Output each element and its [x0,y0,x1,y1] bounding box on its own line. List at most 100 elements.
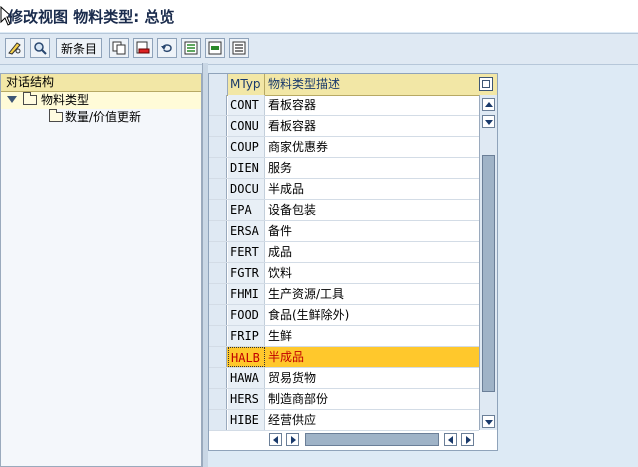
table-row[interactable]: FOOD 食品(生鲜除外) [209,305,479,326]
cell-description[interactable]: 贸易货物 [266,368,473,388]
cell-description[interactable]: 半成品 [266,179,473,199]
cell-description[interactable]: 设备包装 [266,200,473,220]
application-toolbar: 新条目 [0,33,638,65]
table-row[interactable]: HERS 制造商部份 [209,389,479,410]
cell-mtyp[interactable]: FHMI [228,284,265,304]
folder-icon [49,109,63,122]
row-select-button[interactable] [209,326,227,346]
cell-description[interactable]: 服务 [266,158,473,178]
table-row[interactable]: FRIP 生鲜 [209,326,479,347]
cell-description[interactable]: 商家优惠券 [266,137,473,157]
cell-mtyp[interactable]: HAWA [228,368,265,388]
scroll-up-icon[interactable] [482,98,495,111]
table-row[interactable]: DIEN 服务 [209,158,479,179]
vertical-scrollbar[interactable] [479,95,497,430]
column-header-description[interactable]: 物料类型描述 [266,74,473,95]
deselect-all-icon [232,41,246,55]
cell-mtyp[interactable]: HALB [228,347,265,367]
horizontal-scroll-thumb[interactable] [305,433,439,446]
row-select-button[interactable] [209,116,227,136]
cell-mtyp[interactable]: FRIP [228,326,265,346]
cell-mtyp[interactable]: FGTR [228,263,265,283]
cell-description[interactable]: 半成品 [266,347,473,367]
scroll-right-page-icon[interactable] [286,433,299,446]
cell-description[interactable]: 成品 [266,242,473,262]
table-row[interactable]: FGTR 饮料 [209,263,479,284]
select-all-column-button[interactable] [209,74,228,95]
row-select-button[interactable] [209,179,227,199]
cell-mtyp[interactable]: ERSA [228,221,265,241]
cell-mtyp[interactable]: HERS [228,389,265,409]
cell-description[interactable]: 看板容器 [266,95,473,115]
row-select-button[interactable] [209,305,227,325]
table-settings-icon[interactable] [479,77,493,91]
row-select-button[interactable] [209,200,227,220]
tree-node-quantity-value-update[interactable]: 数量/价值更新 [1,109,201,126]
cell-mtyp[interactable]: DOCU [228,179,265,199]
table-row[interactable]: FHMI 生产资源/工具 [209,284,479,305]
cell-mtyp[interactable]: CONU [228,116,265,136]
select-all-button[interactable] [181,38,201,58]
cell-mtyp[interactable]: COUP [228,137,265,157]
cell-description[interactable]: 制造商部份 [266,389,473,409]
delete-icon [136,41,150,54]
column-header-mtyp[interactable]: MTyp [228,74,265,95]
folder-open-icon [23,92,37,105]
cell-description[interactable]: 生鲜 [266,326,473,346]
cell-mtyp[interactable]: FOOD [228,305,265,325]
row-select-button[interactable] [209,221,227,241]
horizontal-scrollbar[interactable] [269,432,489,447]
scroll-page-down-icon[interactable] [482,115,495,128]
cell-description[interactable]: 食品(生鲜除外) [266,305,473,325]
table-row[interactable]: COUP 商家优惠券 [209,137,479,158]
cell-mtyp[interactable]: HIBE [228,410,265,430]
cell-description[interactable]: 经营供应 [266,410,473,430]
table-row[interactable]: CONT 看板容器 [209,95,479,116]
cell-mtyp[interactable]: DIEN [228,158,265,178]
copy-icon [112,41,126,55]
expand-triangle-icon[interactable] [7,96,17,103]
display-change-button[interactable] [5,38,25,58]
table-row[interactable]: ERSA 备件 [209,221,479,242]
scroll-left-icon[interactable] [269,433,282,446]
cell-mtyp[interactable]: EPA [228,200,265,220]
row-select-button[interactable] [209,95,227,115]
row-select-button[interactable] [209,347,227,367]
row-select-button[interactable] [209,410,227,430]
table-row[interactable]: EPA 设备包装 [209,200,479,221]
other-view-button[interactable] [30,38,50,58]
table-row[interactable]: HAWA 贸易货物 [209,368,479,389]
undo-button[interactable] [157,38,177,58]
row-select-button[interactable] [209,242,227,262]
row-select-button[interactable] [209,137,227,157]
table-row[interactable]: HIBE 经营供应 [209,410,479,431]
row-select-button[interactable] [209,263,227,283]
table-row[interactable]: DOCU 半成品 [209,179,479,200]
scroll-right-icon[interactable] [461,433,474,446]
cell-mtyp[interactable]: CONT [228,95,265,115]
row-select-button[interactable] [209,368,227,388]
deselect-all-button[interactable] [229,38,249,58]
vertical-scroll-thumb[interactable] [482,155,495,392]
table-row[interactable]: CONU 看板容器 [209,116,479,137]
scroll-down-icon[interactable] [482,415,495,428]
cell-mtyp[interactable]: FERT [228,242,265,262]
table-row[interactable]: HALB 半成品 [209,347,479,368]
row-select-button[interactable] [209,158,227,178]
pencil-glasses-icon [8,42,21,55]
new-entries-button[interactable]: 新条目 [56,38,102,58]
table-row[interactable]: FERT 成品 [209,242,479,263]
row-select-button[interactable] [209,284,227,304]
copy-button[interactable] [109,38,129,58]
select-block-button[interactable] [205,38,225,58]
tree-node-material-type[interactable]: 物料类型 [1,92,201,109]
scroll-left-page-icon[interactable] [444,433,457,446]
cell-description[interactable]: 备件 [266,221,473,241]
cell-description[interactable]: 生产资源/工具 [266,284,473,304]
cell-description[interactable]: 饮料 [266,263,473,283]
row-select-button[interactable] [209,389,227,409]
cell-description[interactable]: 看板容器 [266,116,473,136]
delete-button[interactable] [133,38,153,58]
select-block-icon [208,41,222,55]
dialog-structure-panel: 对话结构 物料类型 数量/价值更新 [0,73,202,467]
